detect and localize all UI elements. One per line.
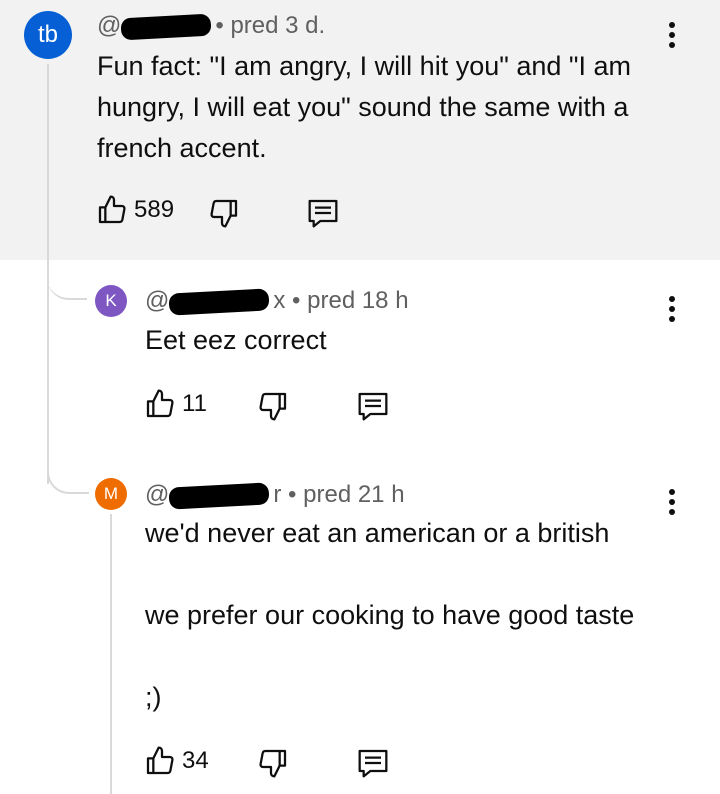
avatar[interactable]: tb	[24, 11, 72, 59]
thumb-down-icon	[210, 199, 238, 228]
avatar-letter: K	[105, 291, 117, 310]
dislike-button[interactable]	[208, 197, 240, 229]
dislike-button[interactable]	[257, 390, 289, 422]
author-handle[interactable]: @	[145, 287, 169, 314]
more-vert-icon	[669, 296, 675, 302]
avatar-letter: tb	[37, 21, 58, 48]
redacted-handle	[168, 288, 270, 316]
avatar-letter: M	[103, 484, 119, 503]
comment-meta: @ • pred 3 d.	[97, 12, 325, 40]
like-button[interactable]: 34	[144, 745, 209, 777]
timestamp[interactable]: pred 18 h	[307, 287, 408, 314]
thumb-up-icon	[146, 746, 174, 775]
author-handle[interactable]: @	[97, 12, 121, 39]
comment-text: Eet eez correct	[145, 325, 327, 355]
avatar[interactable]: K	[95, 285, 127, 317]
reply-button[interactable]	[305, 197, 341, 229]
like-count: 589	[134, 196, 175, 223]
reply-icon	[358, 392, 388, 421]
timestamp[interactable]: pred 3 d.	[230, 12, 325, 39]
comment-meta: @ x • pred 18 h	[145, 287, 409, 316]
comment-meta: @ r • pred 21 h	[145, 481, 405, 510]
thumb-up-icon	[98, 195, 126, 224]
thread-connector	[47, 446, 89, 494]
redacted-handle	[120, 13, 212, 40]
comment-text: Fun fact: "I am angry, I will hit you" a…	[97, 51, 631, 163]
thumb-down-icon	[259, 749, 287, 778]
more-options-button[interactable]	[667, 22, 677, 52]
reply-icon	[308, 199, 338, 228]
thumb-up-icon	[146, 389, 174, 418]
author-handle[interactable]: @	[145, 481, 169, 508]
like-button[interactable]: 589	[96, 194, 174, 226]
comment-text: we'd never eat an american or a british …	[145, 518, 635, 712]
reply-button[interactable]	[355, 747, 391, 779]
avatar[interactable]: M	[95, 478, 127, 510]
like-count: 34	[182, 747, 209, 774]
reply-button[interactable]	[355, 390, 391, 422]
thread-connector	[47, 250, 87, 300]
redacted-handle	[168, 482, 270, 510]
like-count: 11	[182, 390, 207, 417]
more-options-button[interactable]	[667, 489, 677, 519]
separator: •	[288, 481, 297, 508]
thumb-down-icon	[259, 392, 287, 421]
reply-thread-line	[110, 514, 112, 794]
separator: •	[215, 12, 224, 39]
reply-icon	[358, 749, 388, 778]
like-button[interactable]: 11	[144, 388, 207, 420]
separator: •	[292, 287, 301, 314]
timestamp[interactable]: pred 21 h	[303, 481, 404, 508]
more-vert-icon	[669, 489, 675, 495]
more-vert-icon	[669, 22, 675, 28]
dislike-button[interactable]	[257, 747, 289, 779]
more-options-button[interactable]	[667, 296, 677, 326]
